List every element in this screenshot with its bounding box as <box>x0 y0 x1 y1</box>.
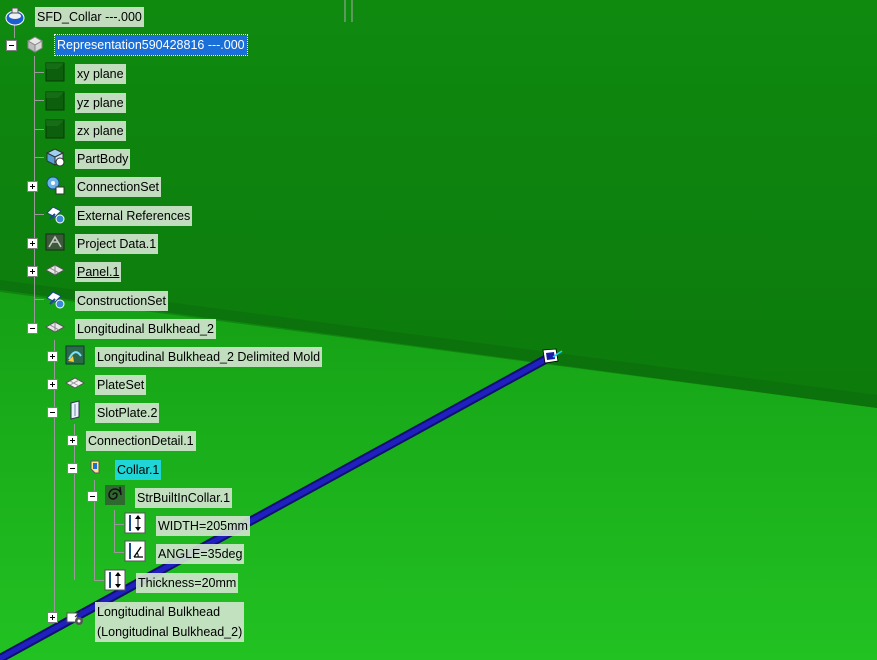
product-root-icon[interactable] <box>4 6 26 28</box>
expand-toggle-delimited-mold[interactable] <box>47 351 58 362</box>
collapse-toggle-longitudinal-bulkhead-2[interactable] <box>27 323 38 334</box>
tree-connector <box>74 424 75 580</box>
tree-node-longitudinal-bulkhead-line1: Longitudinal Bulkhead <box>97 605 221 619</box>
tree-node-delimited-mold[interactable]: Longitudinal Bulkhead_2 Delimited Mold <box>95 347 323 367</box>
mold-icon[interactable] <box>64 344 86 366</box>
project-data-icon[interactable] <box>44 231 66 253</box>
expand-toggle-connectionset[interactable] <box>27 181 38 192</box>
tree-node-plateset[interactable]: PlateSet <box>95 375 147 395</box>
bulkhead-link-icon[interactable] <box>64 606 86 628</box>
tree-node-yz-plane[interactable]: yz plane <box>75 93 126 113</box>
tree-node-panel[interactable]: Panel.1 <box>75 262 122 282</box>
zx-plane-icon[interactable] <box>44 118 66 140</box>
tree-node-connectiondetail[interactable]: ConnectionDetail.1 <box>86 431 196 451</box>
tree-connector <box>34 214 44 215</box>
tree-node-thickness-parameter[interactable]: Thickness=20mm <box>136 573 239 593</box>
tree-node-longitudinal-bulkhead[interactable]: Longitudinal Bulkhead (Longitudinal Bulk… <box>95 602 245 642</box>
tree-connector <box>114 510 115 552</box>
tree-node-width-parameter[interactable]: WIDTH=205mm <box>156 516 250 536</box>
tree-node-constructionset[interactable]: ConstructionSet <box>75 291 168 311</box>
expand-toggle-plateset[interactable] <box>47 379 58 390</box>
tree-connector <box>94 580 104 581</box>
parameter-icon[interactable] <box>104 569 126 591</box>
expand-toggle-panel[interactable] <box>27 266 38 277</box>
part-representation-icon[interactable] <box>24 33 46 55</box>
construction-set-icon[interactable] <box>44 288 66 310</box>
collapse-toggle-strbuiltincollar[interactable] <box>87 491 98 502</box>
tree-connector <box>114 524 124 525</box>
tree-node-slotplate[interactable]: SlotPlate.2 <box>95 403 160 423</box>
collapse-toggle-representation[interactable] <box>6 40 17 51</box>
expand-toggle-longitudinal-bulkhead[interactable] <box>47 612 58 623</box>
tree-connector <box>34 299 44 300</box>
tree-node-zx-plane[interactable]: zx plane <box>75 121 126 141</box>
external-references-icon[interactable] <box>44 203 66 225</box>
tree-node-xy-plane[interactable]: xy plane <box>75 64 126 84</box>
tree-node-external-references[interactable]: External References <box>75 206 193 226</box>
tree-connector <box>34 157 44 158</box>
tree-node-representation[interactable]: Representation590428816 ---.000 <box>54 34 248 56</box>
tree-node-sfd-collar[interactable]: SFD_Collar ---.000 <box>35 7 144 27</box>
tree-node-longitudinal-bulkhead-line2: (Longitudinal Bulkhead_2) <box>97 625 243 639</box>
spiral-icon[interactable] <box>104 484 126 506</box>
collapse-toggle-collar[interactable] <box>67 463 78 474</box>
tree-connector <box>34 100 44 101</box>
yz-plane-icon[interactable] <box>44 90 66 112</box>
xy-plane-icon[interactable] <box>44 61 66 83</box>
tree-connector <box>114 552 124 553</box>
parameter-icon[interactable] <box>124 512 146 534</box>
tree-node-partbody[interactable]: PartBody <box>75 149 131 169</box>
angle-parameter-icon[interactable] <box>124 540 146 562</box>
panel-icon[interactable] <box>44 259 66 281</box>
tree-node-angle-parameter[interactable]: ANGLE=35deg <box>156 544 245 564</box>
panel-icon[interactable] <box>44 316 66 338</box>
plate-icon[interactable] <box>64 400 86 422</box>
tree-node-connectionset[interactable]: ConnectionSet <box>75 177 162 197</box>
tree-node-longitudinal-bulkhead-2[interactable]: Longitudinal Bulkhead_2 <box>75 319 216 339</box>
tree-node-project-data[interactable]: Project Data.1 <box>75 234 159 254</box>
plate-set-icon[interactable] <box>64 372 86 394</box>
part-body-icon[interactable] <box>44 146 66 168</box>
expand-toggle-project-data[interactable] <box>27 238 38 249</box>
tree-connector <box>34 129 44 130</box>
tree-node-strbuiltincollar[interactable]: StrBuiltInCollar.1 <box>135 488 233 508</box>
connection-set-icon[interactable] <box>44 174 66 196</box>
collapse-toggle-slotplate[interactable] <box>47 407 58 418</box>
collar-icon[interactable] <box>85 457 107 479</box>
tree-connector <box>34 56 35 328</box>
expand-toggle-connectiondetail[interactable] <box>67 435 78 446</box>
tree-connector <box>34 72 44 73</box>
tree-node-collar[interactable]: Collar.1 <box>115 460 162 480</box>
